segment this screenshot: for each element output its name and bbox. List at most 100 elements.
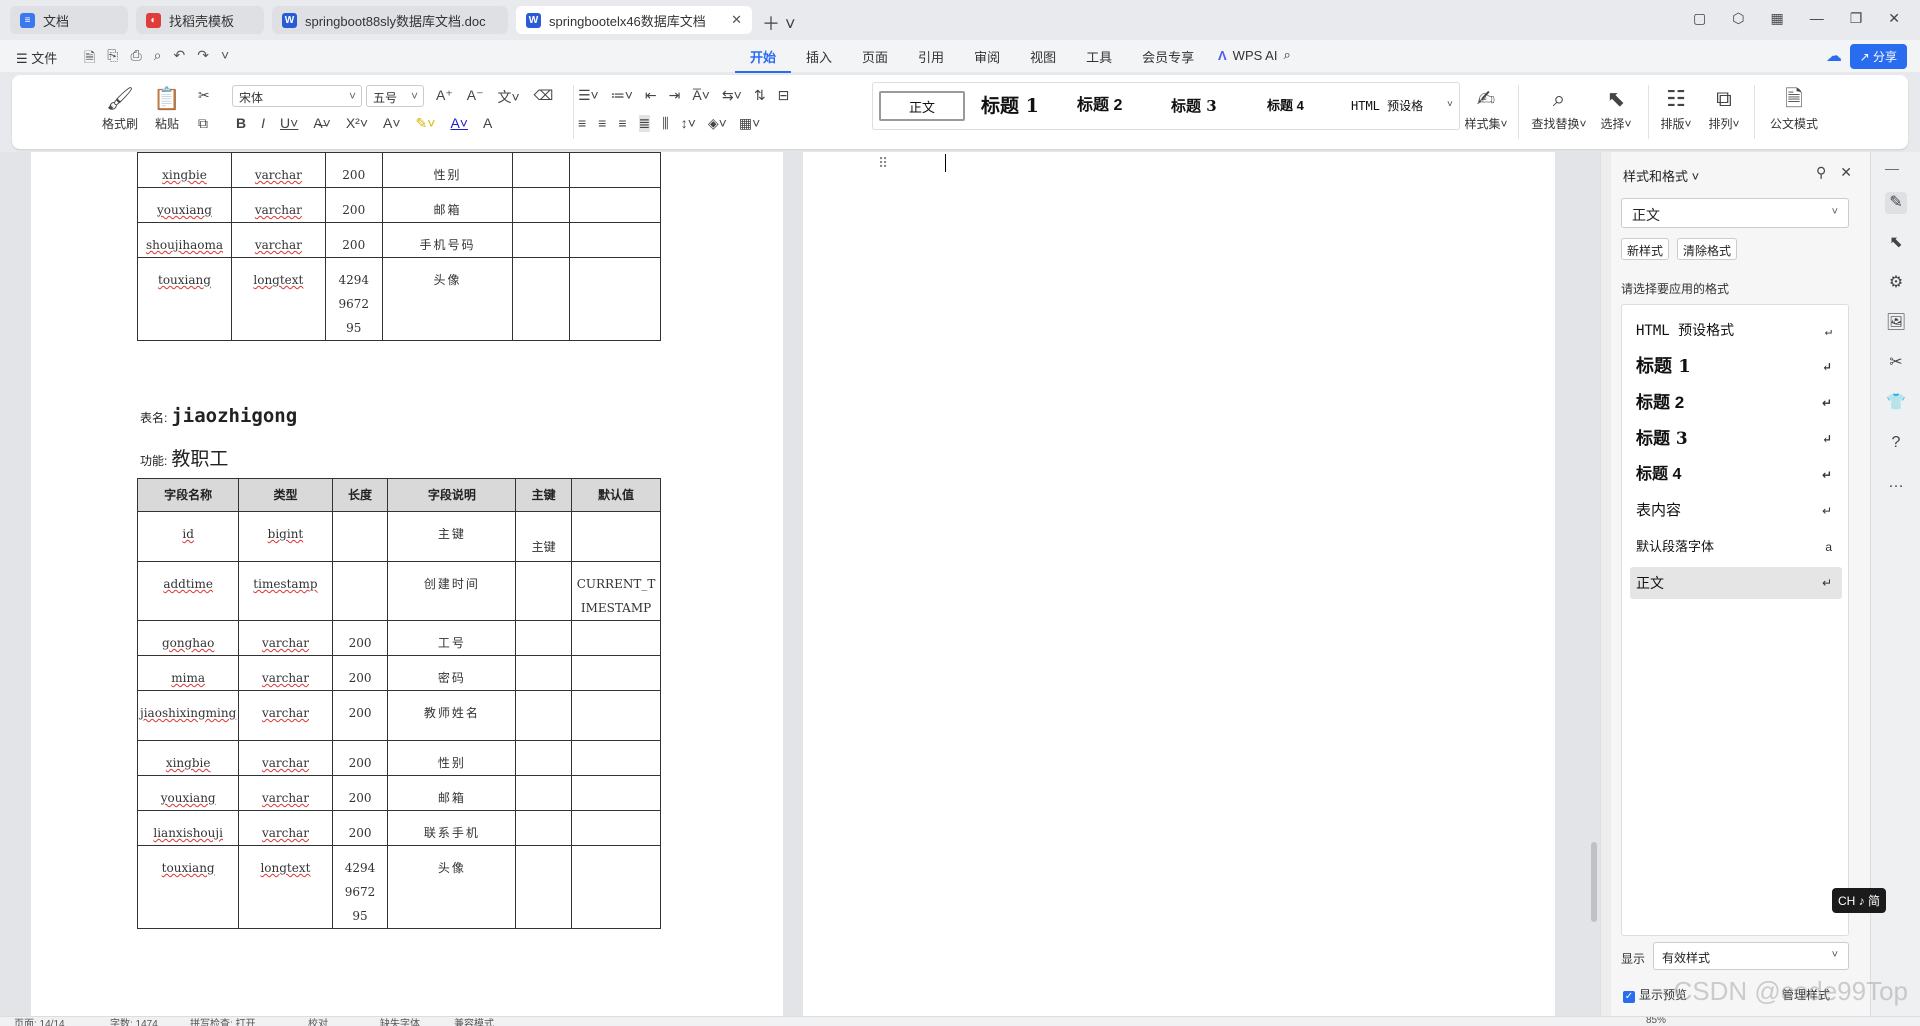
spell-check[interactable]: 拼写检查: 打开 [190,1017,256,1026]
layout-icon[interactable]: ▢ [1693,10,1706,27]
panel-title[interactable]: 样式和格式 ˅ [1623,166,1699,185]
print-preview-icon[interactable]: ⌕ [154,47,162,71]
more-icon[interactable]: … [1885,472,1907,494]
layout-button[interactable]: ☷ 排版˅ [1654,85,1698,132]
tab-home[interactable]: 开始 [735,47,792,73]
align-right-icon[interactable]: ≡ [618,115,626,132]
tab-docer-templates[interactable]: ◐ 找稻壳模板 [136,6,264,34]
tab-member[interactable]: 会员专享 [1127,47,1209,73]
style-item-heading-3[interactable]: 标题 3 ↵ [1630,423,1842,455]
shrink-font-icon[interactable]: A⁻ [467,87,484,107]
arrange-button[interactable]: ⧉ 排列˅ [1702,85,1746,132]
wps-ai-button[interactable]: Ʌ WPS AI ⌕ [1218,47,1291,63]
tab-doc-sly[interactable]: W springboot88sly数据库文档.doc [272,6,508,34]
font-color-icon[interactable]: A˅ [450,115,468,132]
help-icon[interactable]: ? [1885,432,1907,454]
cut-icon[interactable]: ✂ [198,87,210,104]
font-name-select[interactable]: 宋体 ˅ [232,85,362,107]
style-set-button[interactable]: ✍ 样式集˅ [1458,85,1514,132]
style-normal[interactable]: 正文 [879,91,965,121]
close-icon[interactable]: ✕ [731,12,742,28]
text-effect-icon[interactable]: A˅ [383,115,401,132]
official-mode-button[interactable]: 🗎 公文模式 [1766,85,1822,132]
file-menu[interactable]: ☰ 文件 [16,48,57,67]
clear-format-button[interactable]: 清除格式 [1677,238,1738,260]
copy-icon[interactable]: ⧉ [198,115,208,132]
style-heading-2[interactable]: 标题 2 [1077,91,1122,121]
tab-doc-elx[interactable]: W springbootelx46数据库文档 ✕ [516,6,752,34]
export-pdf-icon[interactable]: ⎘ [107,47,118,71]
style-item-heading-4[interactable]: 标题 4 ↵ [1630,459,1842,491]
avatar[interactable]: ▦ [1770,10,1783,27]
tab-review[interactable]: 审阅 [959,47,1015,73]
style-heading-3[interactable]: 标题 3 [1171,91,1217,121]
find-replace-button[interactable]: ⌕ 查找替换˅ [1528,85,1590,132]
strikethrough-icon[interactable]: A̶˅ [313,115,331,132]
highlight-icon[interactable]: ✎˅ [416,115,436,132]
style-item-table-content[interactable]: 表内容 ↵ [1630,495,1842,527]
close-window-icon[interactable]: ✕ [1888,10,1900,27]
numbering-icon[interactable]: ≔˅ [611,87,633,104]
tools-icon[interactable]: ✂ [1885,352,1907,374]
proofread[interactable]: 校对 [308,1017,328,1026]
scroll-thumb[interactable] [1591,842,1597,922]
undo-icon[interactable]: ↶ [174,47,186,71]
tab-docs[interactable]: ≡ 文档 [10,6,128,34]
tab-insert[interactable]: 插入 [791,47,847,73]
style-item-heading-1[interactable]: 标题 1 ↵ [1630,351,1842,383]
zoom-level[interactable]: 85% [1646,1017,1666,1026]
minimize-icon[interactable]: — [1810,10,1824,27]
style-item-heading-2[interactable]: 标题 2 ↵ [1630,387,1842,419]
underline-icon[interactable]: U˅ [280,115,298,132]
italic-icon[interactable]: I [261,115,265,132]
cloud-upload-icon[interactable]: ☁ [1826,46,1842,66]
grow-font-icon[interactable]: A⁺ [436,87,453,107]
current-style-select[interactable]: 正文 ˅ [1621,198,1849,228]
bullets-icon[interactable]: ☰˅ [578,87,599,104]
page-indicator[interactable]: 页面: 14/14 [14,1017,65,1026]
collapse-icon[interactable]: — [1885,160,1899,176]
show-filter-select[interactable]: 有效样式 ˅ [1653,942,1849,970]
new-style-button[interactable]: 新样式 [1621,238,1670,260]
distribute-icon[interactable]: ⫼ [662,115,668,132]
tab-references[interactable]: 引用 [903,47,959,73]
phonetic-icon[interactable]: 文˅ [497,87,519,107]
justify-icon[interactable]: ≣ [638,115,651,132]
select-button[interactable]: ⬉ 选择˅ [1594,85,1638,132]
shading-icon[interactable]: ◈˅ [708,115,727,132]
gallery-scroll-icon[interactable]: ˅ [1447,99,1453,110]
page-right[interactable] [803,152,1555,1016]
superscript-icon[interactable]: X²˅ [346,115,368,132]
sort-direction-icon[interactable]: ⇆˅ [722,87,742,104]
tab-view[interactable]: 视图 [1015,47,1071,73]
style-item-normal[interactable]: 正文 ↵ [1630,567,1842,599]
pen-icon[interactable]: ✎ [1885,192,1907,214]
align-center-icon[interactable]: ≡ [598,115,606,132]
outdent-icon[interactable]: ⇤ [645,87,657,104]
cursor-icon[interactable]: ⬉ [1885,232,1907,254]
show-marks-icon[interactable]: ⊟ [778,87,790,104]
paste-button[interactable]: 📋 粘贴 [147,85,187,132]
style-html-preset[interactable]: HTML 预设格 [1351,91,1423,121]
vertical-scrollbar[interactable] [1588,152,1600,1016]
eraser-icon[interactable]: ⌫ [534,87,554,107]
char-shading-icon[interactable]: A [483,115,492,132]
close-icon[interactable]: ✕ [1840,164,1852,181]
chevron-down-icon[interactable]: ˅ [221,47,229,71]
tab-page[interactable]: 页面 [847,47,903,73]
word-count[interactable]: 字数: 1474 [110,1017,158,1026]
border-icon[interactable]: ▦˅ [739,115,760,132]
format-painter-button[interactable]: 🖌 格式刷 [100,85,140,132]
cube-icon[interactable]: ⬡ [1732,10,1744,27]
tab-tools[interactable]: 工具 [1071,47,1127,73]
redo-icon[interactable]: ↷ [197,47,209,71]
adjust-icon[interactable]: ⚙ [1885,272,1907,294]
search-icon[interactable]: ⌕ [1283,47,1290,63]
indent-icon[interactable]: ⇥ [669,87,681,104]
new-tab-icon[interactable]: ＋ ˅ [762,10,796,36]
style-heading-1[interactable]: 标题 1 [981,91,1039,121]
edit-image-icon[interactable]: 🖼 [1885,312,1907,334]
text-direction-icon[interactable]: A̅˅ [692,87,710,104]
restore-icon[interactable]: ❐ [1850,10,1863,27]
pin-icon[interactable]: ⚲ [1816,164,1826,181]
